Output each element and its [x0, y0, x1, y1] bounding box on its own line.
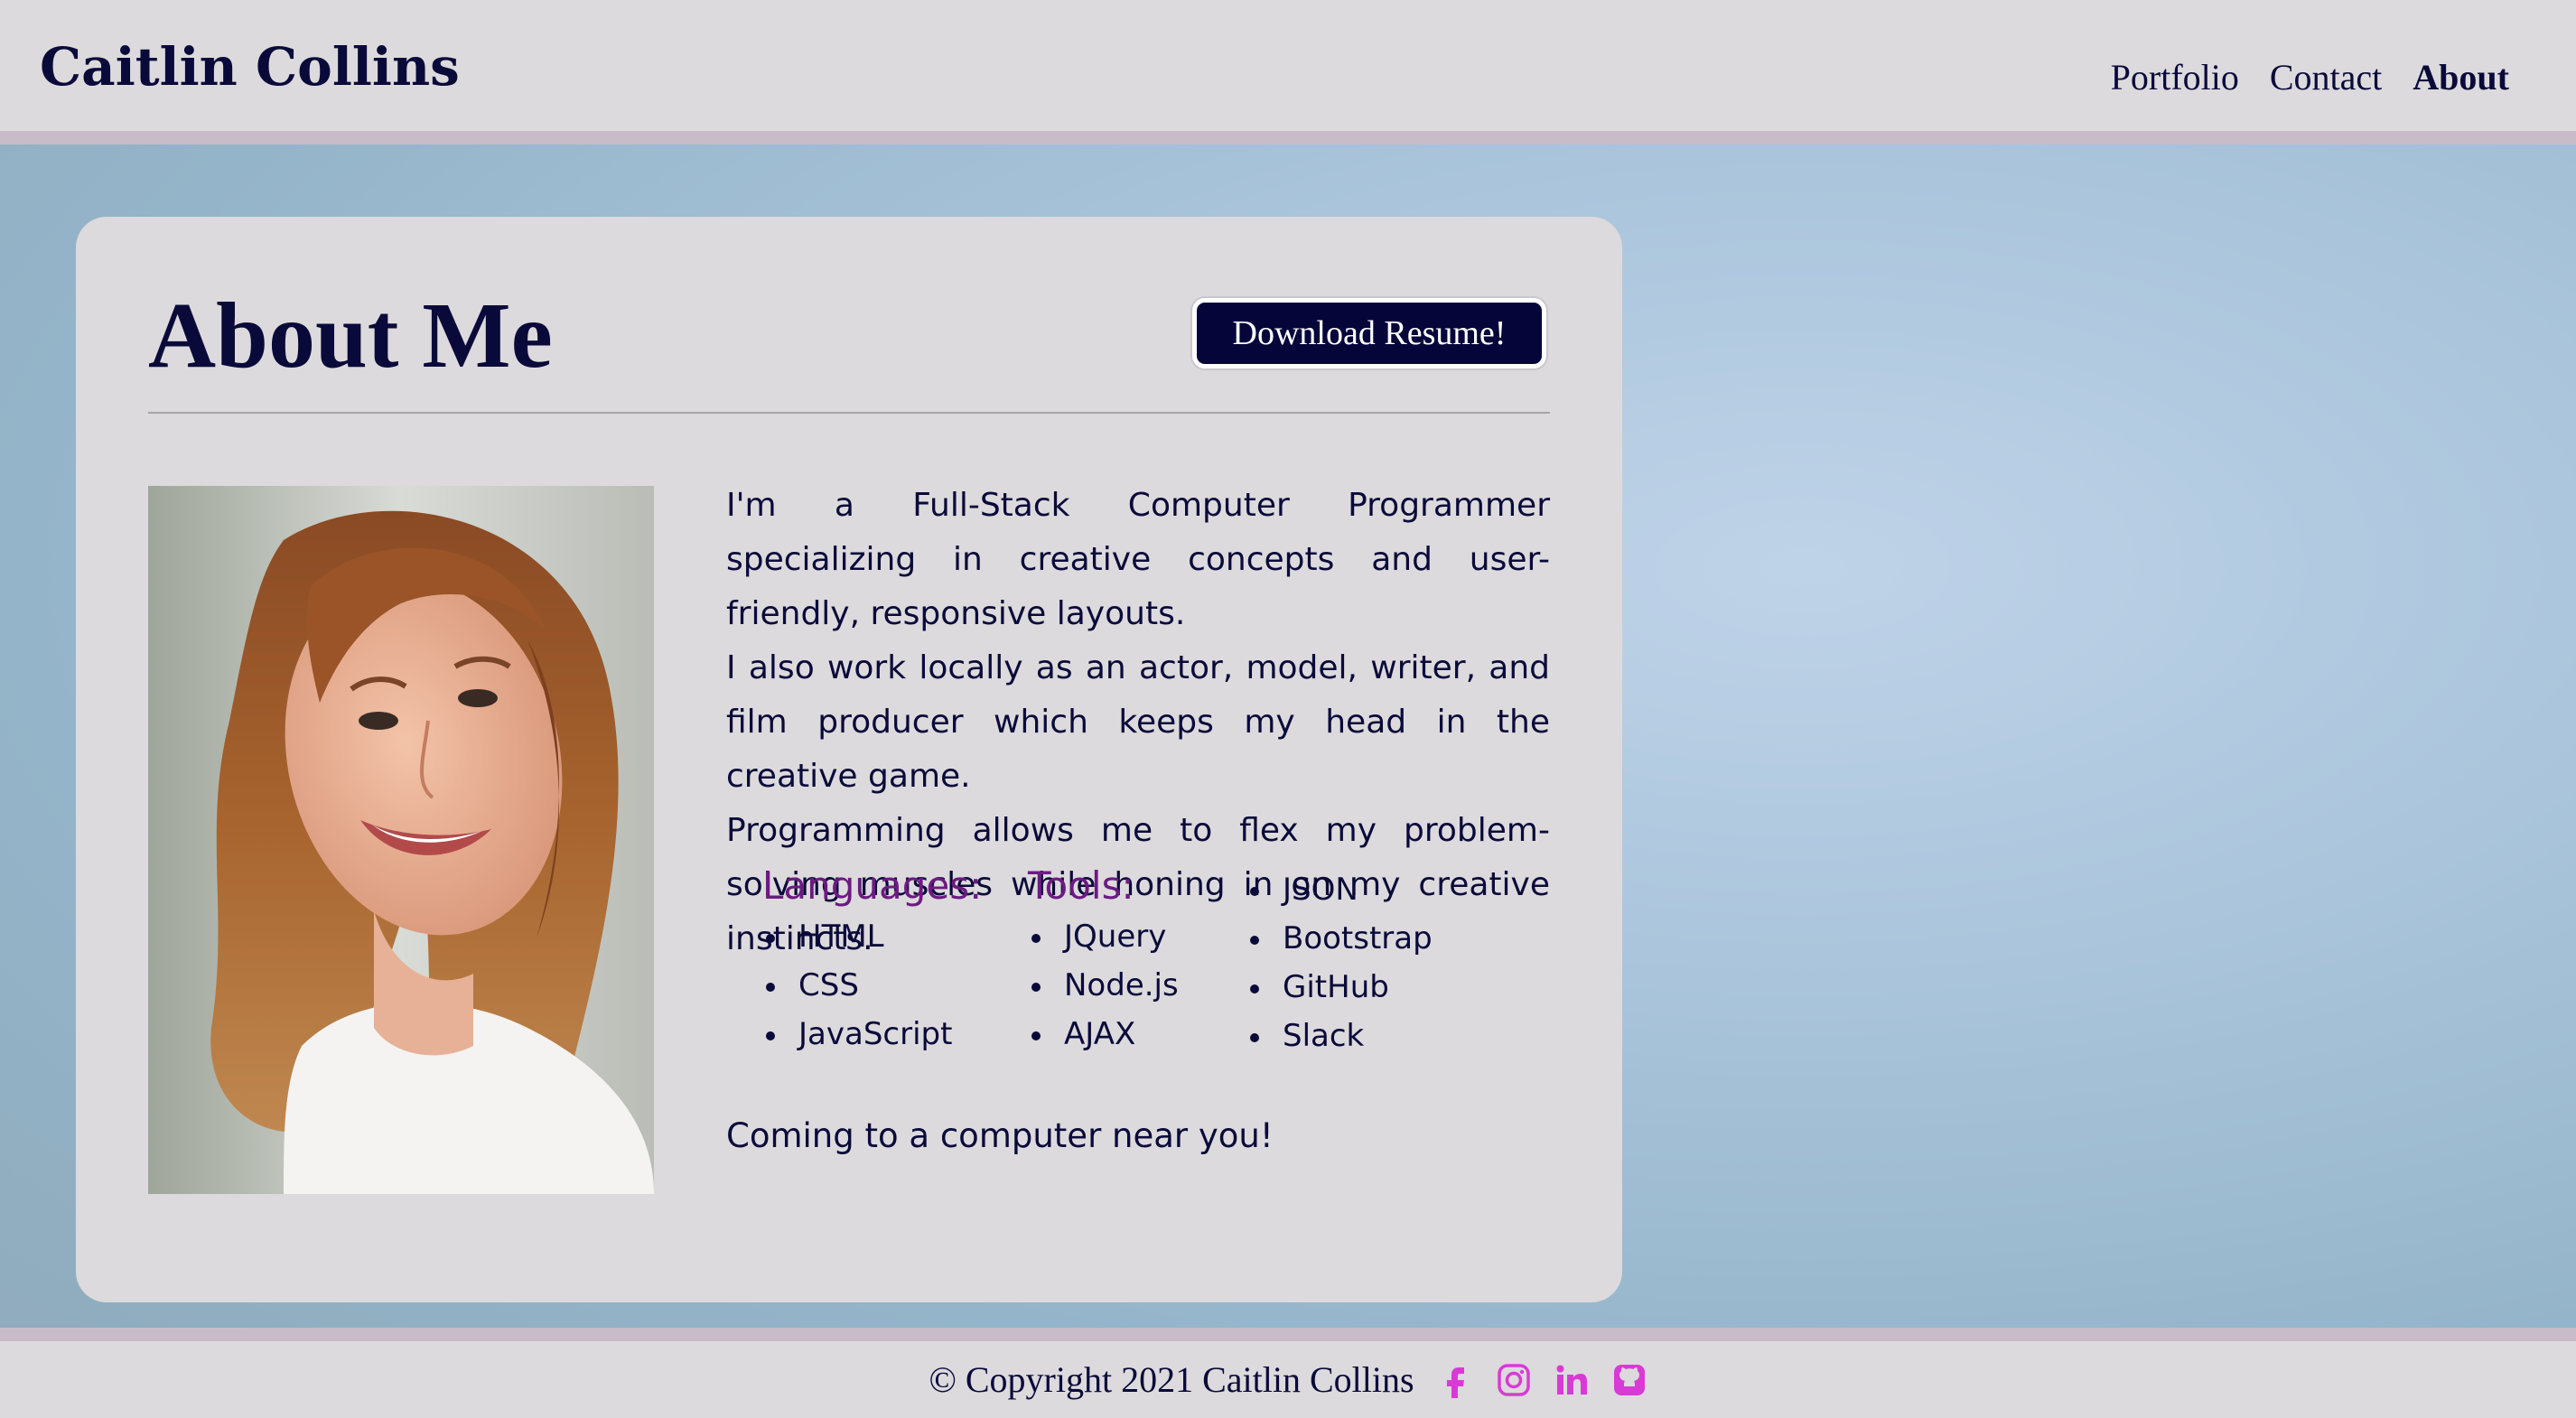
list-item: AJAX [1028, 1010, 1179, 1059]
download-resume-button[interactable]: Download Resume! [1192, 298, 1546, 368]
profile-photo [148, 486, 654, 1194]
list-item: HTML [762, 912, 982, 961]
list-item: Bootstrap [1246, 914, 1433, 963]
instagram-icon[interactable] [1496, 1362, 1532, 1398]
main-nav: Portfolio Contact About [2111, 56, 2509, 98]
skills-section: Languages: HTML CSS JavaScript Tools: JQ… [726, 860, 1550, 1086]
list-item: Node.js [1028, 961, 1179, 1010]
social-links [1438, 1362, 1647, 1398]
tools-heading: Tools: [1028, 863, 1134, 908]
list-item: Slack [1246, 1012, 1433, 1060]
tools-column: Tools: JQuery Node.js AJAX [1028, 860, 1179, 1059]
bio-paragraph: I also work locally as an actor, model, … [726, 649, 1550, 795]
list-item: JavaScript [762, 1010, 982, 1059]
languages-heading: Languages: [762, 863, 983, 908]
github-icon[interactable] [1611, 1362, 1647, 1398]
languages-column: Languages: HTML CSS JavaScript [762, 860, 982, 1059]
site-header: Caitlin Collins Portfolio Contact About [0, 0, 2576, 145]
list-item: CSS [762, 961, 982, 1010]
bio-paragraph: I'm a Full-Stack Computer Programmer spe… [726, 487, 1550, 632]
page-title: About Me [148, 284, 553, 387]
tools-more-column: JSON Bootstrap GitHub Slack [1246, 865, 1433, 1060]
site-brand[interactable]: Caitlin Collins [40, 36, 460, 98]
profile-photo-illustration [148, 486, 654, 1194]
copyright-text: © Copyright 2021 Caitlin Collins [929, 1359, 1414, 1400]
facebook-icon[interactable] [1438, 1362, 1474, 1398]
nav-contact[interactable]: Contact [2270, 56, 2382, 98]
list-item: GitHub [1246, 963, 1433, 1012]
list-item: JSON [1246, 865, 1433, 914]
nav-portfolio[interactable]: Portfolio [2111, 56, 2239, 98]
closing-line: Coming to a computer near you! [726, 1116, 1274, 1155]
nav-about[interactable]: About [2413, 56, 2509, 98]
about-card: About Me Download Resume! I'm a Full-Sta… [76, 217, 1622, 1302]
site-footer: © Copyright 2021 Caitlin Collins [0, 1328, 2576, 1418]
title-divider [148, 412, 1550, 414]
linkedin-icon[interactable] [1554, 1362, 1590, 1398]
list-item: JQuery [1028, 912, 1179, 961]
